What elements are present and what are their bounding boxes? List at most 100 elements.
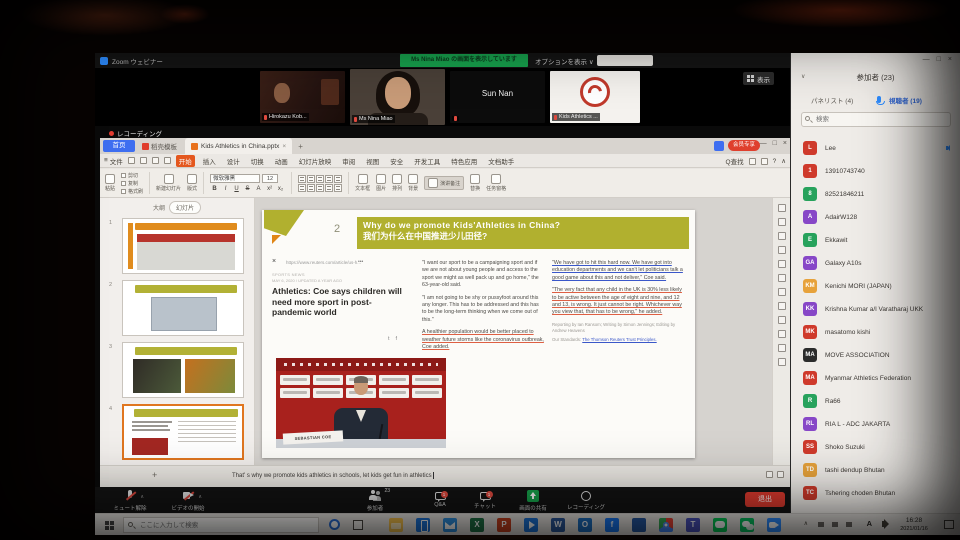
- participant-row[interactable]: A AdairW128: [791, 206, 960, 229]
- participant-row[interactable]: TD tashi dendup Bhutan: [791, 459, 960, 482]
- transition-icon[interactable]: [778, 232, 786, 240]
- tray-network-icon[interactable]: [832, 522, 838, 527]
- arrange-button[interactable]: 排列: [392, 174, 402, 192]
- more-tools-icon[interactable]: [778, 358, 786, 366]
- participants-button[interactable]: 23 参加者: [348, 490, 402, 512]
- bullet-list-icon[interactable]: [298, 184, 306, 192]
- underline-button[interactable]: U: [232, 184, 241, 193]
- zoom-fit-icon[interactable]: [766, 471, 773, 478]
- columns-icon[interactable]: [334, 184, 342, 192]
- participant-row[interactable]: MA Myanmar Athletics Federation: [791, 367, 960, 390]
- app-your-phone[interactable]: [416, 518, 430, 532]
- find-button[interactable]: Q查找: [726, 156, 744, 166]
- strikethrough-button[interactable]: S: [243, 184, 252, 193]
- cut-button[interactable]: 剪切: [121, 172, 143, 179]
- maximize-button[interactable]: □: [773, 140, 777, 147]
- align-left-icon[interactable]: [298, 175, 306, 183]
- app-teams[interactable]: T: [686, 518, 700, 532]
- copy-button[interactable]: 复制: [121, 180, 143, 187]
- notification-center-icon[interactable]: [944, 520, 954, 529]
- taskbar-search-input[interactable]: [123, 517, 319, 533]
- close-tab-icon[interactable]: ×: [282, 143, 286, 150]
- app-wechat[interactable]: [740, 518, 754, 532]
- participant-row[interactable]: MK masatomo kishi: [791, 321, 960, 344]
- replace-button[interactable]: 替换: [470, 174, 480, 192]
- cortana-button[interactable]: [329, 519, 340, 530]
- wps-document-tab[interactable]: Kids Athletics in China.pptx ×: [185, 138, 292, 154]
- member-button[interactable]: 会员专享: [728, 140, 760, 151]
- start-button[interactable]: [105, 521, 109, 525]
- app-excel[interactable]: X: [470, 518, 484, 532]
- participant-row[interactable]: KK Krishna Kumar a/l Varatharaj UKK: [791, 298, 960, 321]
- comment-icon[interactable]: [761, 158, 768, 165]
- participant-row[interactable]: SS Shoko Suzuki: [791, 436, 960, 459]
- close-button[interactable]: ×: [783, 140, 787, 147]
- tab-review[interactable]: 审阅: [339, 155, 358, 167]
- minimize-button[interactable]: —: [760, 140, 767, 147]
- app-mail[interactable]: [443, 518, 457, 532]
- help-icon[interactable]: ?: [773, 158, 777, 165]
- video-tile-nina[interactable]: Ms Nina Miao: [350, 69, 445, 125]
- save-icon[interactable]: [128, 157, 135, 164]
- align-right-icon[interactable]: [316, 175, 324, 183]
- align-center-icon[interactable]: [307, 175, 315, 183]
- app-explorer[interactable]: [389, 518, 403, 532]
- tab-view[interactable]: 视图: [363, 155, 382, 167]
- outline-tab[interactable]: 大纲: [153, 203, 165, 212]
- tray-battery-icon[interactable]: [846, 522, 852, 527]
- slide-thumbnail-3[interactable]: [122, 342, 244, 398]
- tab-insert[interactable]: 插入: [200, 155, 219, 167]
- justify-icon[interactable]: [325, 175, 333, 183]
- wps-home-tab[interactable]: 首页: [103, 140, 135, 152]
- textbox-button[interactable]: 文本框: [355, 174, 370, 192]
- app-outlook[interactable]: O: [578, 518, 592, 532]
- speaker-icon[interactable]: [882, 521, 886, 527]
- properties-icon[interactable]: [778, 204, 786, 212]
- close-button[interactable]: ×: [948, 56, 952, 63]
- collapse-ribbon-icon[interactable]: ∧: [781, 157, 786, 165]
- shapes-icon[interactable]: [778, 246, 786, 254]
- tab-special-apps[interactable]: 特色应用: [448, 155, 480, 167]
- task-view-button[interactable]: [353, 520, 363, 530]
- tray-expand-icon[interactable]: ∧: [804, 520, 808, 527]
- share-screen-button[interactable]: 画面の共有: [506, 490, 560, 512]
- paste-button[interactable]: 粘贴: [105, 174, 115, 192]
- format-painter-button[interactable]: 格式刷: [121, 188, 143, 195]
- chart-icon[interactable]: [778, 260, 786, 268]
- indent-icon[interactable]: [316, 184, 324, 192]
- comment-pane-icon[interactable]: [778, 274, 786, 282]
- add-slide-button[interactable]: +: [152, 470, 157, 480]
- current-slide[interactable]: 2 Why do we promote Kids'Athletics in Ch…: [262, 210, 695, 458]
- italic-button[interactable]: I: [221, 184, 230, 193]
- taskbar-clock[interactable]: 16:28 2021/01/16: [890, 516, 938, 533]
- app-facebook[interactable]: f: [605, 518, 619, 532]
- video-tile-kids-athletics[interactable]: Kids Athletics ...: [550, 71, 640, 123]
- print-icon[interactable]: [140, 157, 147, 164]
- background-button[interactable]: 背景: [408, 174, 418, 192]
- font-color-button[interactable]: A: [254, 184, 263, 193]
- speaker-notes-text[interactable]: That' s why we promote kids athletics in…: [232, 472, 434, 479]
- task-pane-button[interactable]: 任务窗格: [486, 174, 506, 192]
- leave-button[interactable]: 退出: [745, 492, 785, 507]
- app-line[interactable]: [713, 518, 727, 532]
- participant-row[interactable]: KM Kenichi MORI (JAPAN): [791, 275, 960, 298]
- slide-thumbnail-4-selected[interactable]: [122, 404, 244, 460]
- participant-row[interactable]: L Lee: [791, 137, 960, 160]
- ime-indicator[interactable]: A: [867, 519, 872, 528]
- tab-panelists[interactable]: パネリスト (4): [811, 95, 853, 105]
- tab-doc-assistant[interactable]: 文档助手: [485, 155, 517, 167]
- new-tab-button[interactable]: +: [298, 142, 303, 151]
- slide-thumbnail-2[interactable]: [122, 280, 244, 336]
- slides-tab[interactable]: 幻灯片: [169, 201, 201, 214]
- maximize-button[interactable]: □: [937, 56, 941, 63]
- font-name-select[interactable]: 微软雅黑: [210, 174, 260, 183]
- picture-button[interactable]: 图片: [376, 174, 386, 192]
- participant-row[interactable]: E Ekkawit: [791, 229, 960, 252]
- template-pane-icon[interactable]: [778, 302, 786, 310]
- tray-status-icon[interactable]: [818, 522, 824, 527]
- tab-transition[interactable]: 切换: [248, 155, 267, 167]
- superscript-button[interactable]: x²: [265, 184, 274, 193]
- participant-row[interactable]: RL RIA L - ADC JAKARTA: [791, 413, 960, 436]
- video-tile-hirokazu[interactable]: Hirokazu Kob...: [260, 71, 345, 123]
- tab-slideshow[interactable]: 幻灯片放映: [296, 155, 335, 167]
